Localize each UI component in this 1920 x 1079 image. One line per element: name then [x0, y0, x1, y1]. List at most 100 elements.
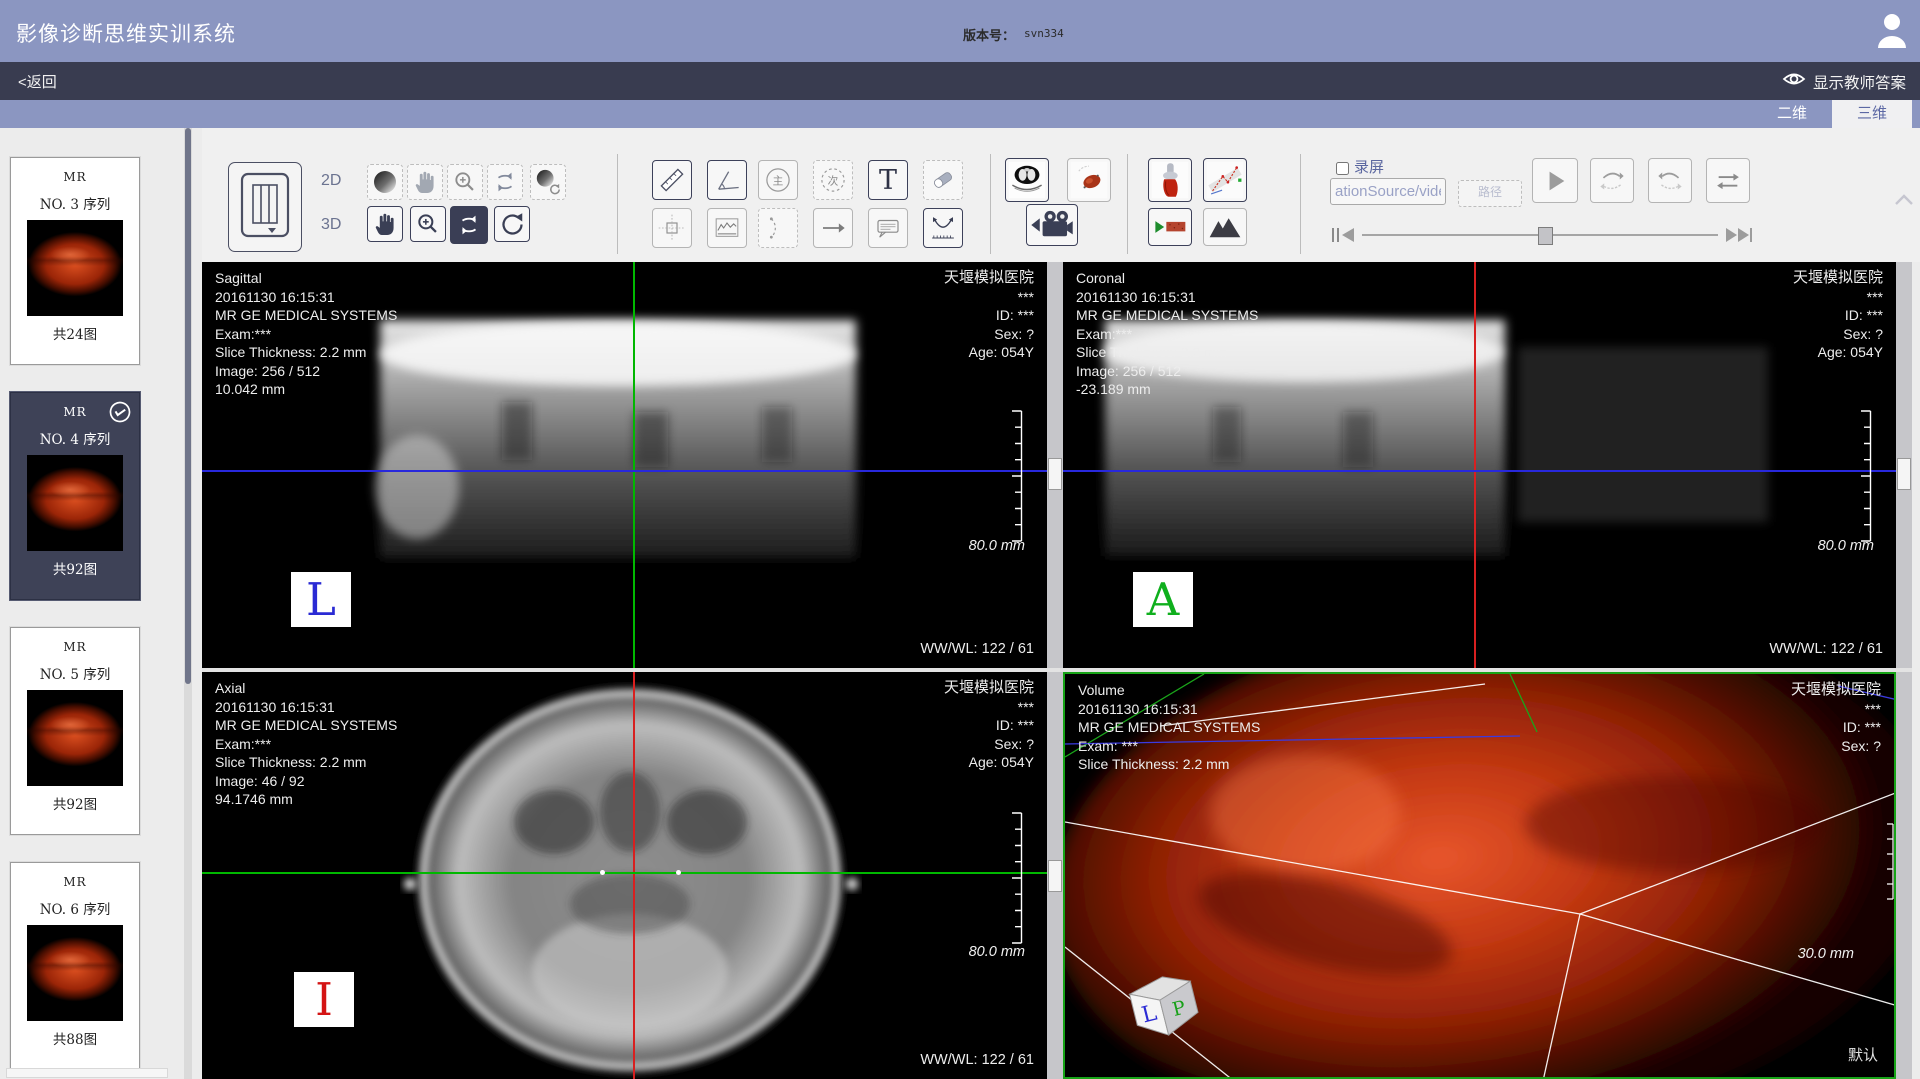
viewport-coronal[interactable]: Coronal 20161130 16:15:31 MR GE MEDICAL …: [1063, 262, 1896, 668]
scrollbar-thumb[interactable]: [1897, 458, 1911, 490]
sidebar-scrollbar[interactable]: [184, 128, 192, 1079]
show-teacher-answer-button[interactable]: 显示教师答案: [1782, 70, 1906, 93]
record-screen-checkbox[interactable]: [1336, 162, 1349, 175]
tab-3d[interactable]: 三维: [1832, 100, 1912, 128]
terrain-view-button[interactable]: [1203, 208, 1247, 246]
reference-point: [600, 870, 605, 875]
roi-box-icon: [657, 213, 687, 243]
user-account-icon[interactable]: [1876, 12, 1908, 55]
orientation-box: I: [294, 972, 354, 1027]
axial-meta-left: Axial 20161130 16:15:31 MR GE MEDICAL SY…: [215, 679, 397, 809]
series-card-6[interactable]: MR NO. 6 序列 共88图: [10, 862, 140, 1070]
coronal-slice-scrollbar[interactable]: [1896, 262, 1912, 668]
angle-icon: [712, 165, 742, 195]
zoom-2d-tool[interactable]: [447, 164, 483, 200]
svg-text:次: 次: [828, 174, 839, 187]
series-thumbnail: [27, 690, 123, 786]
lung-ct-preset-button[interactable]: [1005, 158, 1049, 202]
sidebar-horizontal-scrollbar[interactable]: [6, 1068, 168, 1078]
sagittal-slice-scrollbar[interactable]: [1047, 262, 1063, 668]
roi-box-tool[interactable]: [652, 208, 692, 248]
orientation-letter-anterior: A: [1147, 577, 1180, 622]
reset-3d-tool[interactable]: [494, 206, 530, 242]
rotate-icon: [456, 212, 482, 238]
record-camera-button[interactable]: [1026, 204, 1078, 246]
crosshair-horizontal-blue[interactable]: [1063, 470, 1896, 472]
series-count: 共92图: [11, 558, 139, 578]
scrollbar-thumb[interactable]: [1048, 458, 1062, 490]
series-name: NO. 5 序列: [11, 663, 139, 683]
rotate-3d-tool-selected[interactable]: [450, 206, 488, 244]
curve-measure-icon: [928, 213, 958, 243]
rotate-2d-tool[interactable]: [487, 164, 523, 200]
text-annotation-tool[interactable]: T: [868, 160, 908, 200]
secondary-roi-tool[interactable]: 次: [813, 160, 853, 200]
scrollbar-thumb[interactable]: [1048, 860, 1062, 892]
eraser-tool[interactable]: [923, 160, 963, 200]
path-planning-button[interactable]: [1203, 158, 1247, 202]
swap-arrows-icon: [1713, 167, 1743, 195]
primary-roi-tool[interactable]: 主: [758, 160, 798, 200]
window-level-reset-icon: [534, 168, 562, 196]
arc-tool[interactable]: [758, 208, 798, 248]
tab-2d[interactable]: 二维: [1752, 100, 1832, 128]
series-thumbnail: [27, 925, 123, 1021]
arrow-tool[interactable]: [813, 208, 853, 248]
axial-slice-scrollbar[interactable]: [1047, 672, 1063, 1079]
collapse-toolbar-icon[interactable]: [1894, 192, 1914, 211]
crosshair-horizontal-green[interactable]: [202, 872, 1047, 874]
pan-2d-tool[interactable]: [407, 164, 443, 200]
video-camera-icon: [1031, 209, 1073, 241]
orientation-cube[interactable]: L P: [1117, 954, 1213, 1050]
series-card-3[interactable]: MR NO. 3 序列 共24图: [10, 157, 140, 365]
pan-3d-tool[interactable]: [367, 206, 403, 242]
scale-label: 80.0 mm: [1818, 538, 1874, 554]
slider-start-icon[interactable]: [1330, 227, 1356, 248]
ruler-tool[interactable]: [652, 160, 692, 200]
zoom-in-icon: [452, 169, 478, 195]
video-path-input[interactable]: [1330, 178, 1446, 205]
path-button[interactable]: 路径: [1458, 180, 1522, 207]
viewport-volume-3d[interactable]: Volume 20161130 16:15:31 MR GE MEDICAL S…: [1063, 672, 1896, 1079]
scale-ruler: [1858, 410, 1874, 542]
playback-slider-handle[interactable]: [1538, 227, 1553, 245]
viewport-axial[interactable]: Axial 20161130 16:15:31 MR GE MEDICAL SY…: [202, 672, 1047, 1079]
crosshair-horizontal-blue[interactable]: [202, 470, 1047, 472]
back-button[interactable]: <返回: [18, 71, 57, 92]
coronal-meta-right: 天堰模拟医院 *** ID: *** Sex: ? Age: 054Y: [1793, 269, 1883, 362]
swap-direction-button[interactable]: [1706, 158, 1750, 203]
series-card-5[interactable]: MR NO. 5 序列 共92图: [10, 627, 140, 835]
crosshair-vertical-green[interactable]: [633, 262, 635, 668]
series-modality: MR: [11, 640, 139, 654]
series-card-4-selected[interactable]: MR NO. 4 序列 共92图: [10, 392, 140, 600]
volume-scrollbar[interactable]: [1896, 672, 1912, 1079]
rotate-icon: [492, 169, 518, 195]
app-title: 影像诊断思维实训系统: [16, 18, 236, 48]
toolbar-divider: [1300, 154, 1301, 254]
loop-backward-button[interactable]: [1648, 158, 1692, 203]
label-2d: 2D: [321, 172, 341, 190]
knee-model-button[interactable]: [1148, 158, 1192, 202]
crosshair-vertical-red[interactable]: [1474, 262, 1476, 668]
slider-end-icon[interactable]: [1724, 227, 1754, 248]
hand-icon: [373, 211, 397, 237]
comment-tool[interactable]: [868, 208, 908, 248]
window-level-reset-tool[interactable]: [530, 164, 566, 200]
loop-forward-button[interactable]: [1590, 158, 1634, 203]
play-button[interactable]: [1532, 158, 1578, 203]
window-level-tool[interactable]: [367, 164, 403, 200]
sidebar-scrollbar-thumb[interactable]: [185, 128, 191, 684]
layout-button[interactable]: [228, 162, 302, 252]
volume-preset-default-button[interactable]: 默认: [1848, 1044, 1878, 1065]
histogram-tool[interactable]: [707, 208, 747, 248]
playback-marker-button[interactable]: [1148, 208, 1192, 246]
viewport-sagittal[interactable]: Sagittal 20161130 16:15:31 MR GE MEDICAL…: [202, 262, 1047, 668]
toolbar-divider: [1127, 154, 1128, 254]
zoom-in-icon: [415, 211, 441, 237]
curve-measure-tool[interactable]: [923, 208, 963, 248]
angle-tool[interactable]: [707, 160, 747, 200]
volume-preset-button[interactable]: [1067, 158, 1111, 202]
zoom-3d-tool[interactable]: [410, 206, 446, 242]
show-teacher-answer-label: 显示教师答案: [1813, 71, 1906, 93]
crosshair-vertical-red[interactable]: [633, 672, 635, 1079]
